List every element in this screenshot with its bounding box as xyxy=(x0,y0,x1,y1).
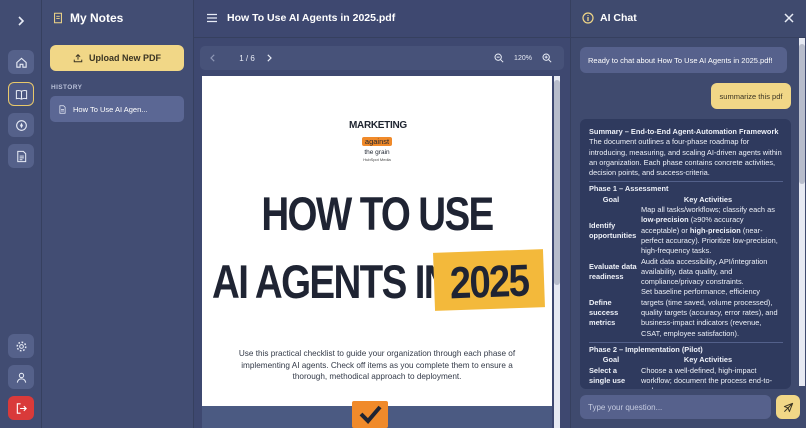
chat-input[interactable] xyxy=(580,395,771,419)
gear-icon xyxy=(15,340,27,352)
chevron-left-icon xyxy=(210,54,215,62)
phase-1-table-header: Goal Key Activities xyxy=(589,195,783,205)
notes-sidebar: My Notes Upload New PDF HISTORY How To U… xyxy=(42,0,194,428)
logo-sub-text: HubSpot Media xyxy=(363,157,391,162)
chat-scrollbar-thumb[interactable] xyxy=(799,44,805,184)
chat-panel: AI Chat Ready to chat about How To Use A… xyxy=(570,0,806,428)
table-row: Select a single use case Choose a well-d… xyxy=(589,366,783,389)
notes-title: My Notes xyxy=(70,11,124,25)
phase-1-section: Phase 1 – Assessment Goal Key Activities… xyxy=(589,181,783,338)
row-goal: Identify opportunities xyxy=(589,220,637,240)
summary-title: Summary – End-to-End Agent-Automation Fr… xyxy=(589,127,779,136)
table-row: Define success metrics Set baseline perf… xyxy=(589,287,783,338)
table-row: Identify opportunities Map all tasks/wor… xyxy=(589,205,783,256)
pdf-viewer: How To Use AI Agents in 2025.pdf 1 / 6 1… xyxy=(194,0,570,428)
chevron-right-icon xyxy=(267,54,272,62)
logo-bottom-text: the grain xyxy=(364,149,390,156)
pdf-toolbar: 1 / 6 120% xyxy=(200,46,564,70)
logout-icon xyxy=(16,402,27,414)
zoom-in-button[interactable] xyxy=(538,46,556,70)
headline-year: 2025 xyxy=(448,254,529,309)
logout-button[interactable] xyxy=(8,396,34,420)
zoom-in-icon xyxy=(542,53,552,63)
explore-button[interactable] xyxy=(8,113,34,137)
row-activity: Choose a well-defined, high-impact workf… xyxy=(641,365,773,389)
chat-header: AI Chat xyxy=(571,0,806,38)
col-activities: Key Activities xyxy=(683,355,733,365)
checkmark-icon xyxy=(359,405,382,424)
file-icon xyxy=(59,104,66,114)
user-icon xyxy=(16,372,26,383)
history-item-label: How To Use AI Agen... xyxy=(73,104,148,114)
summary-intro: The document outlines a four-phase roadm… xyxy=(589,137,782,178)
zoom-level: 120% xyxy=(514,54,532,62)
next-page-button[interactable] xyxy=(260,46,278,70)
notes-icon xyxy=(54,12,62,24)
upload-pdf-button[interactable]: Upload New PDF xyxy=(50,45,184,71)
send-button[interactable] xyxy=(776,395,800,419)
phase-2-section: Phase 2 – Implementation (Pilot) Goal Ke… xyxy=(589,341,783,389)
prev-page-button[interactable] xyxy=(204,46,222,70)
chat-title: AI Chat xyxy=(582,12,637,24)
logo-mid-text: against xyxy=(361,137,393,146)
home-button[interactable] xyxy=(8,50,34,74)
history-label: HISTORY xyxy=(51,84,83,91)
upload-label: Upload New PDF xyxy=(88,53,161,63)
pdf-scrollbar-thumb[interactable] xyxy=(554,80,560,285)
send-icon xyxy=(783,402,793,412)
col-goal: Goal xyxy=(602,194,620,204)
headline-line-2: AI AGENTS IN xyxy=(212,255,452,308)
open-book-icon xyxy=(15,89,27,100)
phase-2-table-header: Goal Key Activities xyxy=(589,355,783,365)
row-activity: Set baseline performance, efficiency tar… xyxy=(641,287,778,338)
upload-icon xyxy=(73,53,83,63)
pdf-title: How To Use AI Agents in 2025.pdf xyxy=(227,12,396,24)
pdf-header: How To Use AI Agents in 2025.pdf xyxy=(194,0,570,38)
settings-button[interactable] xyxy=(8,334,34,358)
notebook-button[interactable] xyxy=(8,82,34,106)
profile-button[interactable] xyxy=(8,365,34,389)
row-activity: Map all tasks/workflows; classify each a… xyxy=(641,205,778,256)
document-icon xyxy=(16,150,26,162)
publisher-logo: MARKETING against the grain HubSpot Medi… xyxy=(349,120,407,166)
bot-greeting-message: Ready to chat about How To Use AI Agents… xyxy=(580,47,787,73)
close-icon[interactable] xyxy=(783,12,795,24)
documents-button[interactable] xyxy=(8,144,34,168)
row-goal: Select a single use case xyxy=(589,365,626,389)
bot-summary-message: Summary – End-to-End Agent-Automation Fr… xyxy=(580,119,791,389)
info-icon xyxy=(582,12,594,24)
logo-top-text: MARKETING xyxy=(349,120,407,131)
intro-paragraph: Use this practical checklist to guide yo… xyxy=(238,349,516,381)
pdf-page: MARKETING against the grain HubSpot Medi… xyxy=(202,76,552,428)
headline-line-1: HOW TO USE xyxy=(261,187,494,240)
menu-icon[interactable] xyxy=(206,12,218,24)
col-activities: Key Activities xyxy=(683,194,733,204)
chat-title-text: AI Chat xyxy=(600,12,637,24)
user-message: summarize this pdf xyxy=(711,83,791,109)
app: My Notes Upload New PDF HISTORY How To U… xyxy=(0,0,806,428)
col-goal: Goal xyxy=(602,355,620,365)
expand-sidebar-button[interactable] xyxy=(12,12,30,30)
row-goal: Evaluate data readiness xyxy=(589,261,637,281)
phase-1-title: Phase 1 – Assessment xyxy=(589,184,669,194)
zoom-out-button[interactable] xyxy=(490,46,508,70)
phase-2-title: Phase 2 – Implementation (Pilot) xyxy=(589,344,703,354)
history-item[interactable]: How To Use AI Agen... xyxy=(50,96,184,122)
notes-header: My Notes xyxy=(52,10,123,26)
page-indicator: 1 / 6 xyxy=(239,53,255,63)
row-activity: Audit data accessibility, API/integratio… xyxy=(641,256,768,287)
table-row: Evaluate data readiness Audit data acces… xyxy=(589,257,783,288)
checkmark-graphic xyxy=(352,401,388,428)
home-icon xyxy=(15,57,27,68)
row-goal: Define success metrics xyxy=(589,297,619,328)
chevron-right-icon xyxy=(18,16,25,26)
zoom-out-icon xyxy=(494,53,504,63)
compass-icon xyxy=(15,119,27,131)
icon-rail xyxy=(0,0,42,428)
